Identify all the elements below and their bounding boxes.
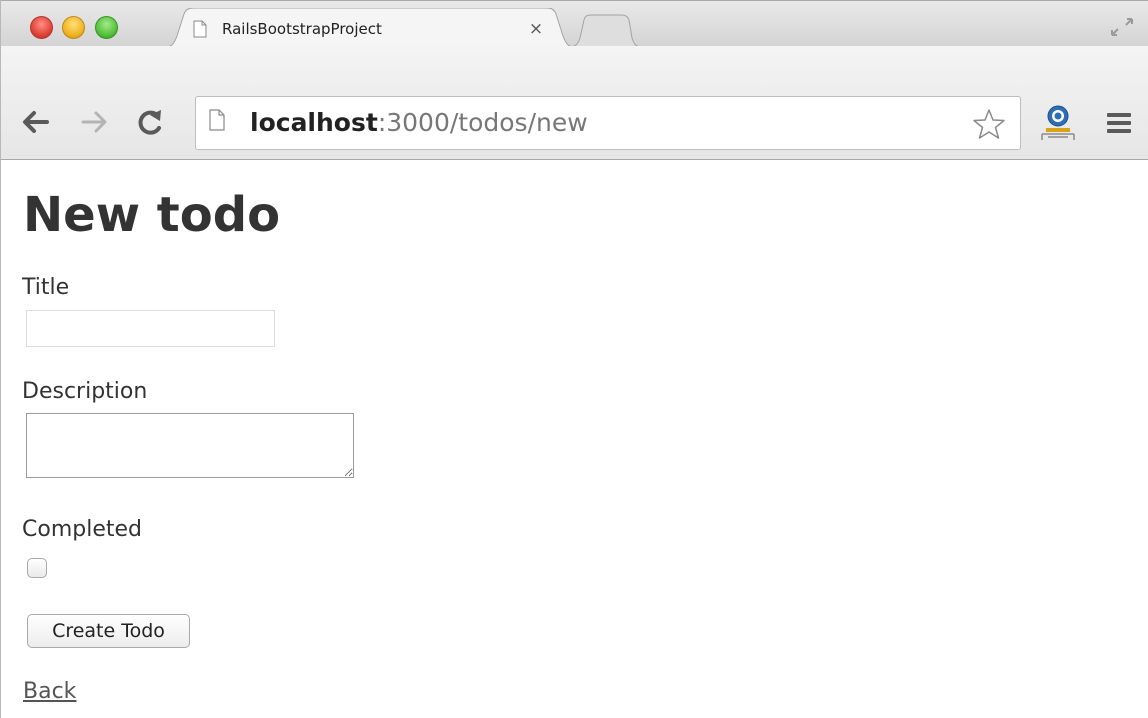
tab-close-icon[interactable]: ×: [526, 17, 546, 41]
url-path: :3000/todos/new: [377, 108, 588, 137]
page-icon: [193, 20, 207, 38]
page-icon: [209, 109, 225, 131]
menu-icon[interactable]: [1105, 109, 1133, 137]
description-label: Description: [22, 379, 148, 404]
reload-icon[interactable]: [134, 106, 164, 138]
tab-title: RailsBootstrapProject: [222, 20, 382, 38]
completed-checkbox[interactable]: [27, 558, 47, 578]
extension-icon[interactable]: [1040, 104, 1076, 142]
title-label: Title: [22, 275, 70, 300]
page-title: New todo: [23, 187, 281, 243]
description-textarea[interactable]: [26, 413, 354, 478]
zoom-window-button[interactable]: [95, 16, 118, 39]
address-url[interactable]: localhost:3000/todos/new: [250, 108, 588, 138]
create-todo-button[interactable]: Create Todo: [27, 614, 190, 648]
address-bar[interactable]: localhost:3000/todos/new: [195, 96, 1021, 150]
title-input[interactable]: [26, 310, 275, 347]
page-content: New todo Title Description Completed Cre…: [0, 160, 1148, 718]
back-arrow-icon[interactable]: [20, 108, 50, 136]
close-window-button[interactable]: [30, 16, 53, 39]
back-link[interactable]: Back: [23, 678, 76, 706]
url-host: localhost: [250, 108, 378, 137]
new-tab-button[interactable]: [566, 14, 644, 48]
completed-label: Completed: [22, 517, 142, 542]
forward-arrow-icon[interactable]: [80, 108, 110, 136]
bookmark-star-icon[interactable]: [972, 107, 1006, 141]
minimize-window-button[interactable]: [62, 16, 85, 39]
fullscreen-icon[interactable]: [1108, 15, 1136, 39]
